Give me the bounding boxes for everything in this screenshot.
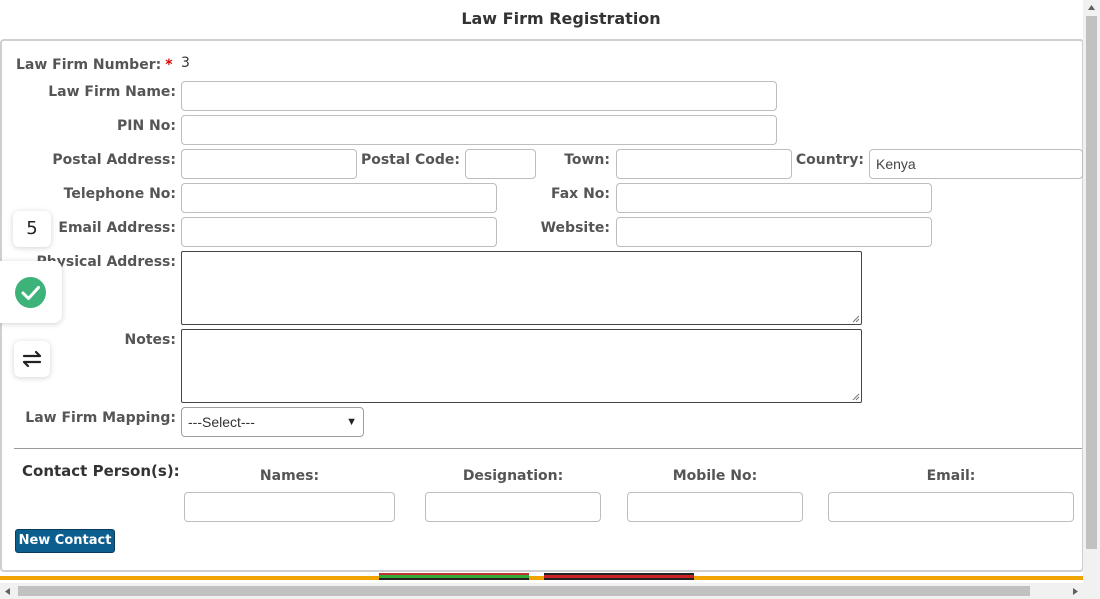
town-label: Town:: [564, 152, 610, 168]
email-input[interactable]: [181, 217, 497, 247]
new-contact-button[interactable]: New Contact: [15, 529, 115, 553]
contact-col-names: Names:: [259, 468, 320, 484]
postal-code-label: Postal Code:: [360, 152, 460, 168]
law-firm-mapping-select[interactable]: ---Select--- ▼: [181, 407, 364, 437]
law-firm-number-label: Law Firm Number: *: [16, 57, 173, 73]
contact-designation-input[interactable]: [425, 492, 601, 522]
page-title: Law Firm Registration: [461, 9, 661, 28]
footer-flag-right: [544, 573, 694, 580]
town-input[interactable]: [616, 149, 792, 179]
website-label: Website:: [540, 220, 610, 236]
count-badge[interactable]: 5: [13, 211, 51, 247]
law-firm-name-label: Law Firm Name:: [48, 84, 176, 100]
fax-input[interactable]: [616, 183, 932, 213]
resize-grip-icon[interactable]: [852, 393, 860, 401]
postal-code-input[interactable]: [465, 149, 536, 179]
law-firm-name-input[interactable]: [181, 81, 777, 111]
contact-col-mobile: Mobile No:: [672, 468, 758, 484]
contact-email-input[interactable]: [828, 492, 1074, 522]
contact-names-input[interactable]: [184, 492, 395, 522]
contact-col-designation: Designation:: [462, 468, 564, 484]
check-icon[interactable]: [15, 277, 46, 308]
telephone-input[interactable]: [181, 183, 497, 213]
vertical-scroll-thumb[interactable]: [1086, 16, 1097, 549]
mapping-selected-value: ---Select---: [188, 414, 255, 430]
contact-mobile-input[interactable]: [627, 492, 803, 522]
section-divider: [14, 448, 1082, 449]
law-firm-number-value: 3: [181, 55, 190, 71]
postal-address-input[interactable]: [181, 149, 357, 179]
check-widget[interactable]: [0, 261, 62, 323]
country-label: Country:: [795, 152, 864, 168]
scroll-up-icon[interactable]: [1087, 4, 1096, 11]
telephone-label: Telephone No:: [63, 186, 176, 202]
contact-col-email: Email:: [926, 468, 976, 484]
contact-persons-label: Contact Person(s):: [22, 462, 180, 480]
postal-address-label: Postal Address:: [52, 152, 176, 168]
required-marker: *: [165, 57, 173, 73]
pin-input[interactable]: [181, 115, 777, 145]
website-input[interactable]: [616, 217, 932, 247]
swap-widget[interactable]: [14, 341, 50, 377]
vertical-scrollbar[interactable]: [1083, 0, 1100, 583]
horizontal-scrollbar[interactable]: [0, 583, 1100, 599]
notes-textarea[interactable]: [181, 329, 862, 403]
scroll-left-icon[interactable]: [4, 587, 11, 596]
physical-address-textarea[interactable]: [181, 251, 862, 325]
pin-label: PIN No:: [117, 118, 176, 134]
footer-accent-bar: [0, 576, 1083, 580]
footer-flag-left: [379, 573, 529, 580]
horizontal-scroll-thumb[interactable]: [18, 586, 1030, 596]
resize-grip-icon[interactable]: [852, 315, 860, 323]
country-input[interactable]: Kenya: [869, 149, 1083, 179]
fax-label: Fax No:: [550, 186, 610, 202]
law-firm-mapping-label: Law Firm Mapping:: [25, 410, 176, 426]
swap-arrows-icon: [22, 350, 42, 368]
chevron-down-icon: ▼: [346, 416, 357, 428]
scroll-right-icon[interactable]: [1072, 587, 1079, 596]
